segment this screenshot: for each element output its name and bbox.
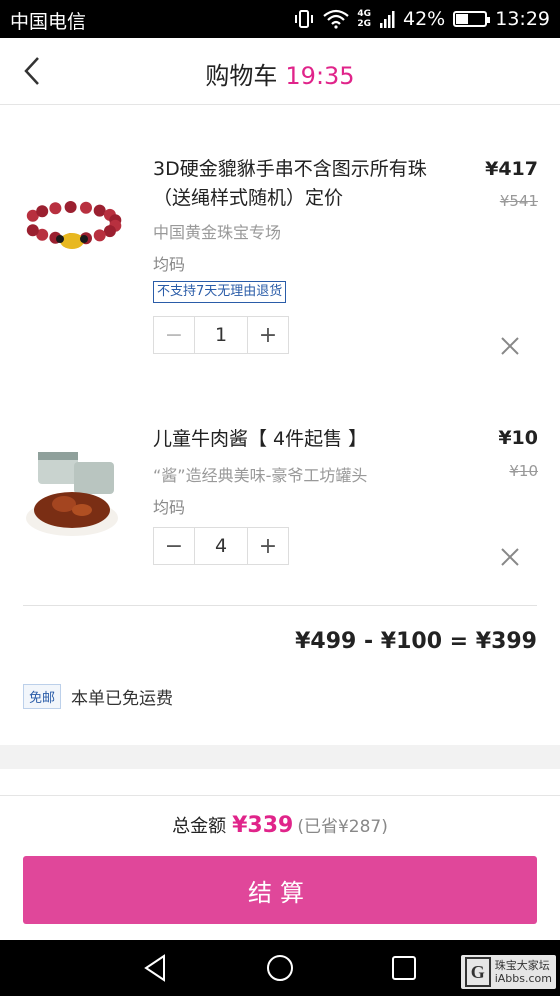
- shipping-info: 免邮 本单已免运费: [23, 684, 173, 709]
- bead: [64, 201, 77, 213]
- header: 购物车 19:35: [0, 38, 560, 105]
- item-title[interactable]: 3D硬金貔貅手串不含图示所有珠（送绳样式随机）定价: [153, 155, 433, 213]
- bead: [93, 204, 106, 217]
- recent-apps-icon[interactable]: [388, 952, 420, 984]
- vibrate-icon: [295, 10, 314, 28]
- wifi-icon: [323, 9, 350, 29]
- checkout-button[interactable]: 结算: [23, 856, 537, 924]
- back-triangle-icon[interactable]: [140, 952, 172, 984]
- battery-icon: [453, 11, 491, 27]
- page-title-text: 购物车: [205, 62, 278, 90]
- item-title[interactable]: 儿童牛肉酱【 4件起售 】: [153, 425, 433, 454]
- item-price: ¥417: [485, 158, 538, 180]
- bracelet-thumbnail[interactable]: [20, 173, 124, 277]
- saved-amount: (已省¥287): [297, 817, 388, 837]
- quantity-value[interactable]: 4: [194, 528, 248, 564]
- no-return-badge: 不支持7天无理由退货: [153, 281, 287, 303]
- price-formula: ¥499 - ¥100 = ¥399: [295, 629, 537, 654]
- watermark-logo: G: [464, 957, 491, 987]
- status-bar: 中国电信 4G 2G 42% 13:29: [0, 0, 560, 38]
- status-icons: 4G 2G 42% 13:29: [293, 6, 550, 32]
- increase-button[interactable]: +: [248, 317, 288, 353]
- order-total: 总金额 ¥339 (已省¥287): [0, 812, 560, 838]
- free-shipping-badge: 免邮: [23, 684, 62, 709]
- quantity-stepper: − 1 +: [153, 316, 289, 354]
- remove-item-icon[interactable]: [500, 547, 520, 567]
- total-amount: ¥339: [232, 813, 294, 838]
- countdown-timer: 19:35: [285, 62, 355, 90]
- quantity-stepper: − 4 +: [153, 527, 289, 565]
- decrease-button[interactable]: −: [154, 528, 194, 564]
- bead: [36, 205, 49, 218]
- bead: [103, 225, 116, 238]
- battery-percent: 42%: [403, 8, 446, 30]
- divider: [0, 795, 560, 796]
- signal-icon: [380, 11, 395, 28]
- home-circle-icon[interactable]: [264, 952, 296, 984]
- network-type: 4G 2G: [357, 9, 371, 29]
- watermark-text: 珠宝大家坛 iAbbs.com: [494, 959, 552, 985]
- item-size: 均码: [153, 498, 186, 517]
- total-label: 总金额: [172, 816, 227, 837]
- item-size: 均码: [153, 255, 186, 274]
- section-separator: [0, 745, 560, 769]
- bead: [80, 201, 92, 214]
- shop-name: “酱”造经典美味-豪爷工坊罐头: [153, 466, 368, 485]
- beef-sauce-thumbnail[interactable]: [20, 440, 124, 544]
- page-title: 购物车 19:35: [0, 56, 560, 91]
- shipping-text: 本单已免运费: [71, 689, 174, 709]
- item-price: ¥10: [498, 427, 538, 449]
- bead: [49, 202, 62, 215]
- carrier-name: 中国电信: [10, 11, 87, 33]
- clock: 13:29: [495, 8, 550, 30]
- increase-button[interactable]: +: [248, 528, 288, 564]
- bead: [93, 229, 106, 242]
- item-original-price: ¥10: [509, 462, 538, 480]
- decrease-button[interactable]: −: [154, 317, 194, 353]
- divider: [23, 605, 537, 606]
- remove-item-icon[interactable]: [500, 336, 520, 356]
- bead: [26, 224, 39, 237]
- shop-name: 中国黄金珠宝专场: [153, 223, 282, 242]
- item-original-price: ¥541: [499, 192, 538, 210]
- battery-fill: [456, 14, 469, 24]
- site-watermark: G 珠宝大家坛 iAbbs.com: [460, 955, 556, 989]
- quantity-value[interactable]: 1: [194, 317, 248, 353]
